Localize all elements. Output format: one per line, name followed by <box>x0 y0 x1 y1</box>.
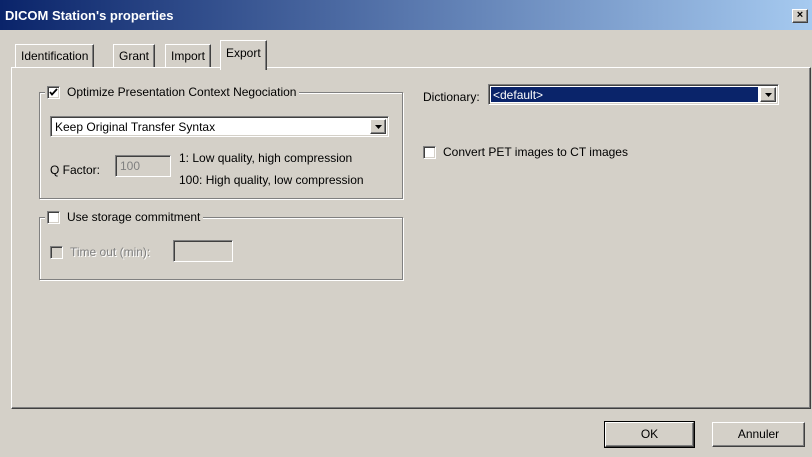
tab-grant[interactable]: Grant <box>113 44 156 68</box>
close-icon: × <box>796 9 804 21</box>
timeout-input[interactable] <box>173 240 233 262</box>
storage-commitment-legend: Use storage commitment <box>45 209 204 225</box>
qfactor-hint-high: 100: High quality, low compression <box>179 173 364 187</box>
tab-label: Identification <box>21 49 89 63</box>
tab-export[interactable]: Export <box>220 40 267 70</box>
qfactor-input[interactable]: 100 <box>115 155 171 177</box>
tab-identification[interactable]: Identification <box>15 44 95 68</box>
tab-import[interactable]: Import <box>165 44 212 68</box>
chevron-down-icon <box>765 93 772 97</box>
dictionary-select[interactable]: <default> <box>488 84 779 105</box>
transfer-syntax-value: Keep Original Transfer Syntax <box>55 120 216 134</box>
optimize-legend: Optimize Presentation Context Negociatio… <box>45 84 300 100</box>
check-icon <box>49 87 58 96</box>
storage-commitment-checkbox[interactable] <box>47 210 60 224</box>
timeout-checkbox[interactable] <box>50 245 63 259</box>
timeout-label: Time out (min): <box>70 245 151 259</box>
window-title: DICOM Station's properties <box>5 8 174 23</box>
convert-pet-checkbox[interactable] <box>423 145 436 159</box>
close-button[interactable]: × <box>792 9 808 23</box>
dictionary-label: Dictionary: <box>423 90 480 104</box>
convert-pet-row: Convert PET images to CT images <box>423 145 628 159</box>
tab-label: Import <box>171 49 206 63</box>
transfer-syntax-dropdown-button[interactable] <box>370 119 386 134</box>
tab-label: Export <box>226 46 261 60</box>
cancel-button[interactable]: Annuler <box>712 422 805 447</box>
cancel-label: Annuler <box>737 427 780 441</box>
export-tab-panel: Optimize Presentation Context Negociatio… <box>11 67 811 409</box>
qfactor-label: Q Factor: <box>50 163 101 177</box>
convert-pet-label: Convert PET images to CT images <box>443 145 628 159</box>
optimize-checkbox[interactable] <box>47 85 60 99</box>
dictionary-value: <default> <box>491 87 758 102</box>
dictionary-dropdown-button[interactable] <box>760 87 776 102</box>
timeout-row: Time out (min): <box>50 245 150 259</box>
storage-commitment-label: Use storage commitment <box>67 210 201 224</box>
qfactor-hint-low: 1: Low quality, high compression <box>179 151 353 165</box>
transfer-syntax-select[interactable]: Keep Original Transfer Syntax <box>50 116 389 137</box>
optimize-label: Optimize Presentation Context Negociatio… <box>67 85 297 99</box>
tab-label: Grant <box>119 49 150 63</box>
qfactor-value: 100 <box>120 159 141 173</box>
chevron-down-icon <box>375 125 382 129</box>
ok-button[interactable]: OK <box>604 421 695 448</box>
ok-label: OK <box>640 427 659 441</box>
title-bar: DICOM Station's properties × <box>0 0 812 30</box>
